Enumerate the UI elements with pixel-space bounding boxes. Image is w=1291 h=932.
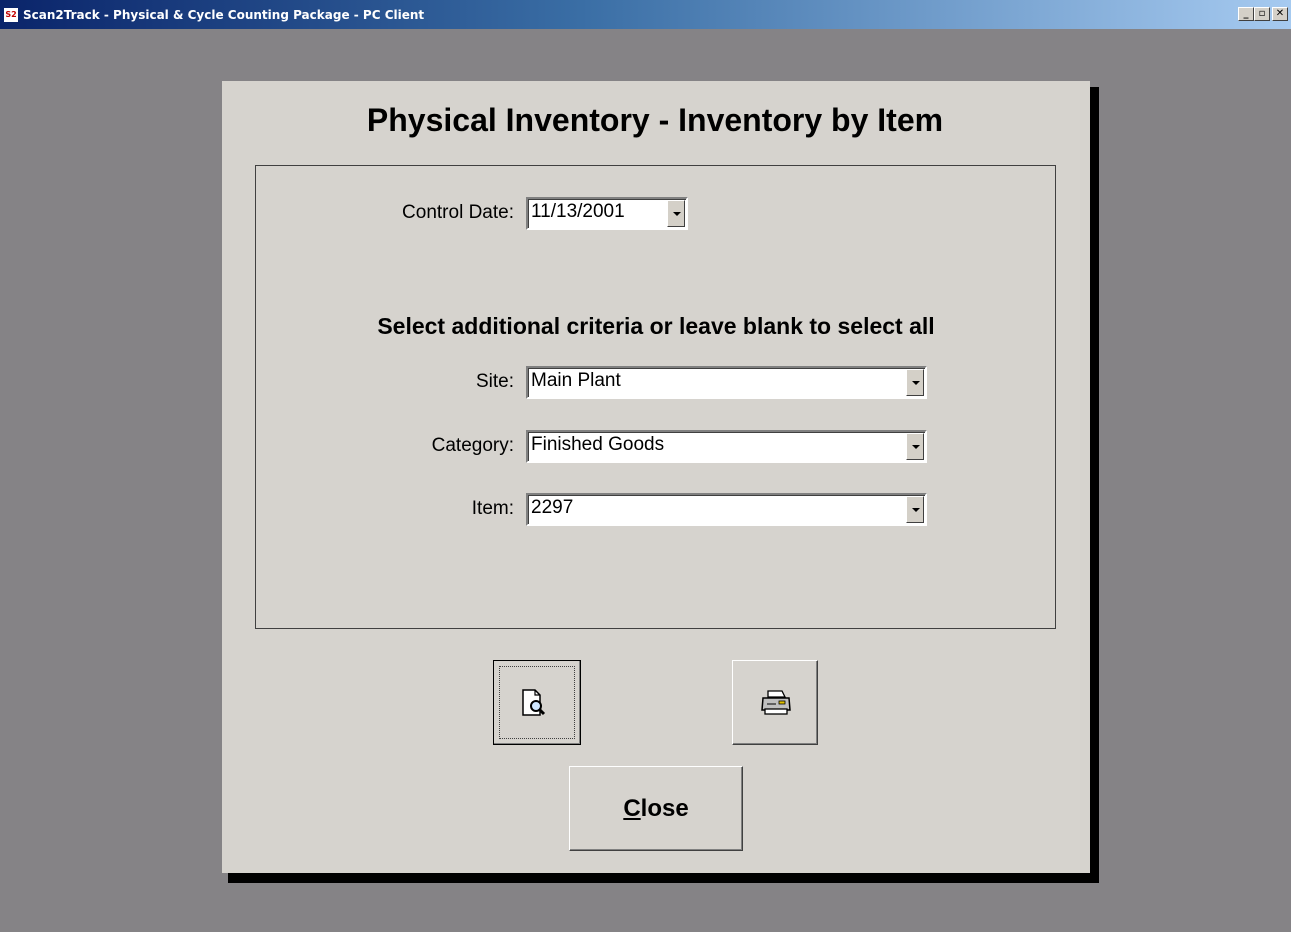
close-button[interactable]: Close <box>569 766 743 851</box>
criteria-heading: Select additional criteria or leave blan… <box>377 313 935 339</box>
site-label: Site: <box>475 371 514 392</box>
category-label: Category: <box>431 435 514 456</box>
printer-icon <box>761 690 791 715</box>
window-title: Scan2Track - Physical & Cycle Counting P… <box>23 8 425 22</box>
control-date-value: 11/13/2001 <box>531 201 625 222</box>
minimize-button[interactable]: _ <box>1238 7 1254 21</box>
close-label-rest: lose <box>640 794 689 822</box>
chevron-down-icon[interactable] <box>906 496 924 523</box>
close-button-label: Close <box>570 767 742 850</box>
item-label: Item: <box>471 498 514 519</box>
site-combo[interactable]: Main Plant <box>526 366 927 399</box>
category-combo[interactable]: Finished Goods <box>526 430 927 463</box>
item-combo[interactable]: 2297 <box>526 493 927 526</box>
app-icon[interactable]: S2 <box>3 7 19 23</box>
category-value: Finished Goods <box>531 434 665 455</box>
maximize-button[interactable]: ▫ <box>1254 7 1270 21</box>
control-date-label: Control Date: <box>402 202 514 223</box>
control-date-combo[interactable]: 11/13/2001 <box>526 197 688 230</box>
close-window-button[interactable]: ✕ <box>1272 7 1288 21</box>
print-button[interactable] <box>732 660 818 745</box>
print-preview-icon <box>522 689 546 716</box>
site-value: Main Plant <box>531 370 621 391</box>
chevron-down-icon[interactable] <box>667 200 685 227</box>
dialog-title: Physical Inventory - Inventory by Item <box>366 102 944 138</box>
print-preview-button[interactable] <box>493 660 581 745</box>
close-mnemonic: C <box>623 794 641 822</box>
item-value: 2297 <box>531 497 574 518</box>
window-title-bar[interactable]: S2 Scan2Track - Physical & Cycle Countin… <box>0 0 1291 29</box>
chevron-down-icon[interactable] <box>906 369 924 396</box>
chevron-down-icon[interactable] <box>906 433 924 460</box>
